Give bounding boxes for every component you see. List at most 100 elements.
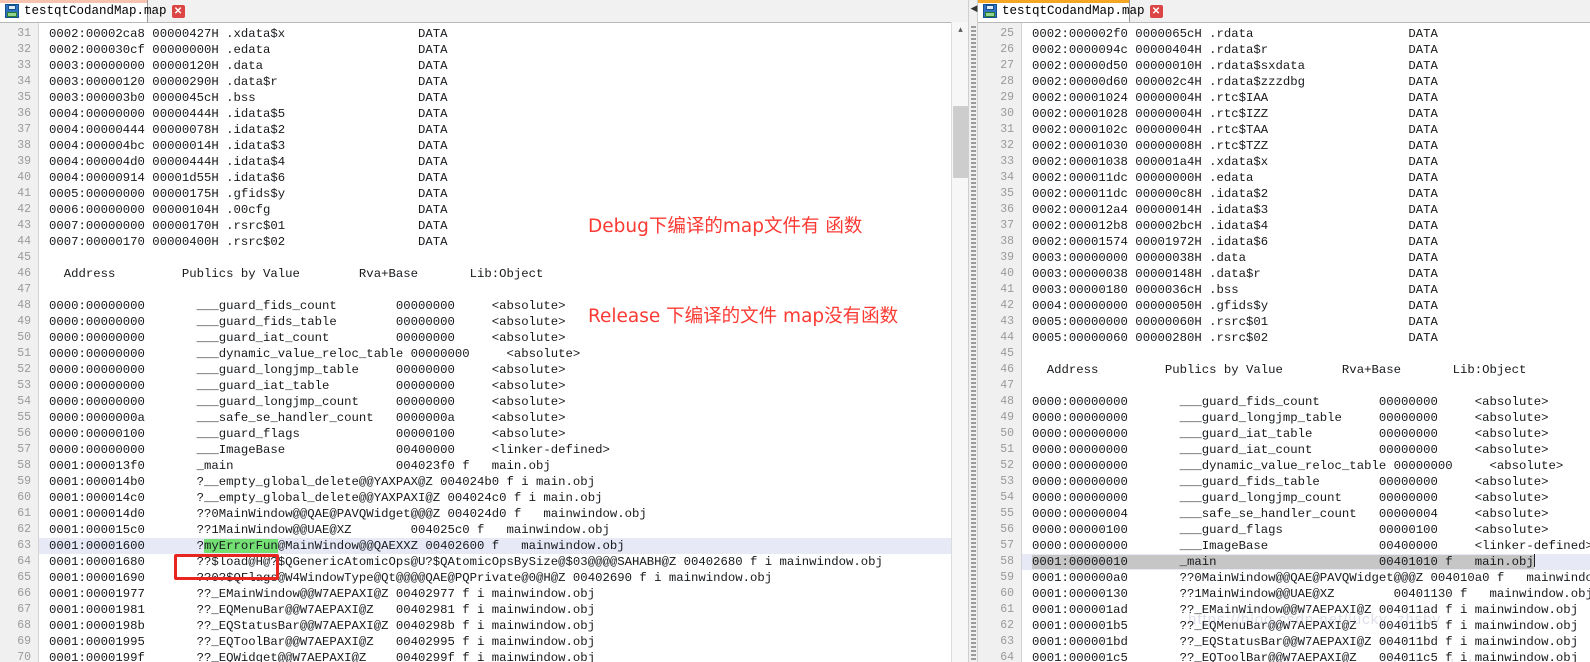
code-line[interactable]: 0001:00000130 ??1MainWindow@@UAE@XZ 0040… [1022,586,1590,602]
code-line[interactable]: 0002:00000d60 000002c4H .rdata$zzzdbg DA… [1022,74,1590,90]
line-number: 66 [17,587,31,600]
code-line[interactable]: 0000:00000004 ___safe_se_handler_count 0… [1022,506,1590,522]
code-line[interactable]: 0001:000014d0 ??0MainWindow@@QAE@PAVQWid… [39,506,968,522]
line-number: 61 [17,507,31,520]
close-icon[interactable]: ✕ [171,4,185,18]
code-line[interactable]: 0001:00001981 ??_EQMenuBar@@W7AEPAXI@Z 0… [39,602,968,618]
code-line[interactable]: 0002:00001030 00000008H .rtc$TZZ DATA [1022,138,1590,154]
code-line[interactable] [1022,378,1590,394]
code-line[interactable]: 0002:000030cf 00000000H .edata DATA [39,42,968,58]
text-caret [1533,554,1535,567]
line-number: 63 [1000,635,1014,648]
splitter-grip[interactable] [971,26,976,662]
close-icon[interactable]: ✕ [1149,4,1163,18]
code-line[interactable]: 0001:00001977 ??_EMainWindow@@W7AEPAXI@Z… [39,586,968,602]
code-line[interactable]: 0001:00001995 ??_EQToolBar@@W7AEPAXI@Z 0… [39,634,968,650]
code-line[interactable]: 0002:000012b8 000002bcH .idata$4 DATA [1022,218,1590,234]
line-number: 56 [1000,523,1014,536]
scrollbar-thumb[interactable] [953,106,968,178]
code-line[interactable]: 0001:00001680 ??$load@H@?$QGenericAtomic… [39,554,968,570]
code-line[interactable]: 0001:000001bd ??_EQStatusBar@@W7AEPAXI@Z… [1022,634,1590,650]
code-line[interactable]: 0002:00001574 00001972H .idata$6 DATA [1022,234,1590,250]
code-line[interactable]: 0003:00000038 00000148H .data$r DATA [1022,266,1590,282]
code-line[interactable]: 0001:000013f0 _main 004023f0 f main.obj [39,458,968,474]
right-code-lines[interactable]: 0002:000002f0 0000065cH .rdata DATA 0002:… [1022,23,1590,662]
code-line[interactable]: 0002:00001038 000001a4H .xdata$x DATA [1022,154,1590,170]
code-line[interactable]: 0001:000000a0 ??0MainWindow@@QAE@PAVQWid… [1022,570,1590,586]
floppy-disk-icon [983,4,997,18]
line-number: 69 [17,635,31,648]
code-line[interactable]: 0000:00000000 ___guard_longjmp_count 000… [1022,490,1590,506]
code-line[interactable]: 0000:00000000 ___ImageBase 00400000 <lin… [1022,538,1590,554]
code-line[interactable]: 0004:00000444 00000078H .idata$2 DATA [39,122,968,138]
line-number: 33 [1000,155,1014,168]
line-number: 60 [1000,587,1014,600]
code-line[interactable]: 0002:00000d50 00000010H .rdata$sxdata DA… [1022,58,1590,74]
code-line[interactable]: 0002:0000094c 00000404H .rdata$r DATA [1022,42,1590,58]
tab-accent-bar [0,0,147,3]
code-line[interactable]: 0003:00000120 00000290H .data$r DATA [39,74,968,90]
code-line[interactable]: 0001:00001600 ?myErrorFun@MainWindow@@QA… [39,538,968,554]
code-line[interactable]: 0001:00001690 ??0?$QFlags@W4WindowType@Q… [39,570,968,586]
code-line[interactable]: 0002:00001028 00000004H .rtc$IZZ DATA [1022,106,1590,122]
code-line[interactable]: 0005:00000060 00000280H .rsrc$02 DATA [1022,330,1590,346]
code-line[interactable]: 0002:000002f0 0000065cH .rdata DATA [1022,26,1590,42]
code-line[interactable]: 0005:00000000 00000060H .rsrc$01 DATA [1022,314,1590,330]
code-line[interactable]: 0003:00000180 0000036cH .bss DATA [1022,282,1590,298]
code-line[interactable]: 0001:000001ad ??_EMainWindow@@W7AEPAXI@Z… [1022,602,1590,618]
code-line[interactable]: 0000:0000000a ___safe_se_handler_count 0… [39,410,968,426]
line-number: 40 [1000,267,1014,280]
code-line[interactable]: 0003:00000000 00000038H .data DATA [1022,250,1590,266]
code-line[interactable]: 0002:00002ca8 00000427H .xdata$x DATA [39,26,968,42]
code-line[interactable]: 0000:00000000 ___guard_longjmp_count 000… [39,394,968,410]
pane-splitter[interactable]: ◀ [968,0,978,662]
search-match-highlight: myErrorFun [203,539,278,553]
line-number: 29 [1000,91,1014,104]
selected-text: 0001:00000010 _main 00401010 f main.obj [1032,555,1534,569]
code-line[interactable]: 0000:00000000 ___dynamic_value_reloc_tab… [1022,458,1590,474]
code-line[interactable]: 0003:00000000 00000120H .data DATA [39,58,968,74]
floppy-disk-icon [5,4,19,18]
code-line[interactable]: 0001:000001b5 ??_EQMenuBar@@W7AEPAXI@Z 0… [1022,618,1590,634]
code-line[interactable]: Address Publics by Value Rva+Base Lib:Ob… [1022,362,1590,378]
code-line[interactable]: 0002:000011dc 000000c8H .idata$2 DATA [1022,186,1590,202]
code-line[interactable]: 0001:000015c0 ??1MainWindow@@UAE@XZ 0040… [39,522,968,538]
code-line[interactable]: 0001:000001c5 ??_EQToolBar@@W7AEPAXI@Z 0… [1022,650,1590,662]
code-line[interactable] [1022,346,1590,362]
line-number: 50 [1000,427,1014,440]
code-line[interactable]: 0000:00000000 ___guard_fids_count 000000… [1022,394,1590,410]
right-tab[interactable]: testqtCodandMap.map ✕ [978,0,1163,22]
line-number: 36 [1000,203,1014,216]
code-line[interactable]: 0001:00000010 _main 00401010 f main.obj [1022,554,1590,570]
code-line[interactable]: 0001:0000198b ??_EQStatusBar@@W7AEPAXI@Z… [39,618,968,634]
line-number: 41 [17,187,31,200]
code-line[interactable]: 0002:000012a4 00000014H .idata$3 DATA [1022,202,1590,218]
code-line[interactable]: 0004:00000000 00000444H .idata$5 DATA [39,106,968,122]
code-line[interactable]: 0002:0000102c 00000004H .rtc$TAA DATA [1022,122,1590,138]
code-line[interactable]: 0000:00000000 ___guard_fids_table 000000… [1022,474,1590,490]
code-line[interactable]: 0000:00000100 ___guard_flags 00000100 <a… [1022,522,1590,538]
code-line[interactable]: 0002:000011dc 00000000H .edata DATA [1022,170,1590,186]
line-number: 37 [1000,219,1014,232]
scroll-up-arrow-icon[interactable]: ▴ [952,22,968,39]
code-line[interactable]: 0000:00000000 ___ImageBase 00400000 <lin… [39,442,968,458]
line-number: 53 [1000,475,1014,488]
code-line[interactable]: 0001:0000199f ??_EQWidget@@W7AEPAXI@Z 00… [39,650,968,662]
code-line[interactable]: 0000:00000000 ___guard_longjmp_table 000… [1022,410,1590,426]
code-line[interactable]: 0000:00000000 ___guard_iat_count 0000000… [1022,442,1590,458]
left-vertical-scrollbar[interactable]: ▴ [951,22,968,662]
line-number: 26 [1000,43,1014,56]
left-tab[interactable]: testqtCodandMap.map ✕ [0,0,185,22]
code-line[interactable]: 0003:000003b0 0000045cH .bss DATA [39,90,968,106]
code-line[interactable]: 0004:00000000 00000050H .gfids$y DATA [1022,298,1590,314]
code-line[interactable]: 0002:00001024 00000004H .rtc$IAA DATA [1022,90,1590,106]
line-number: 45 [17,251,31,264]
line-number: 57 [17,443,31,456]
line-number: 27 [1000,59,1014,72]
code-line[interactable]: 0001:000014c0 ?__empty_global_delete@@YA… [39,490,968,506]
code-line[interactable]: 0000:00000000 ___guard_iat_table 0000000… [1022,426,1590,442]
line-number: 42 [1000,299,1014,312]
collapse-arrow-icon[interactable]: ◀ [970,3,978,15]
code-line[interactable]: 0001:000014b0 ?__empty_global_delete@@YA… [39,474,968,490]
code-line[interactable]: 0000:00000100 ___guard_flags 00000100 <a… [39,426,968,442]
